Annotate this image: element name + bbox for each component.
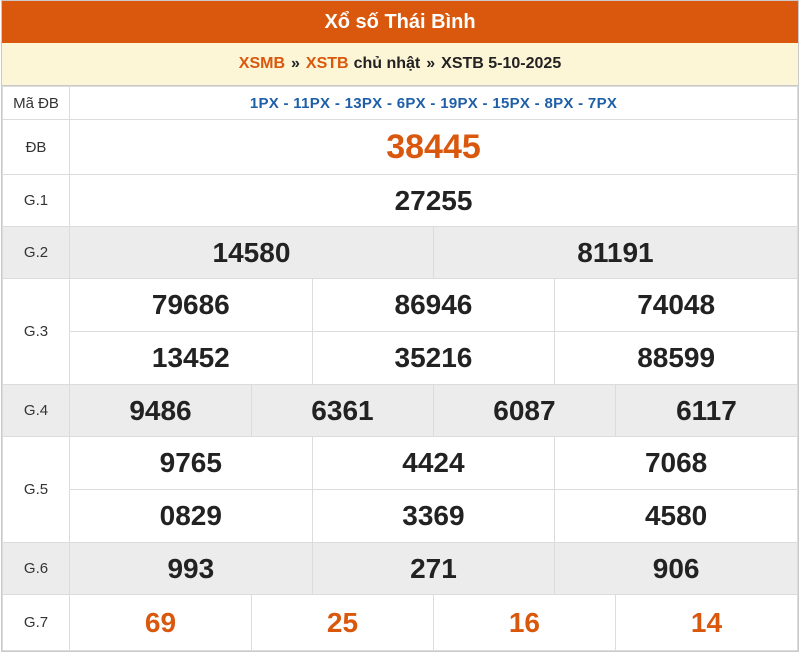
prize-number: 6087 xyxy=(432,384,616,437)
breadcrumb-link-xsmb[interactable]: XSMB xyxy=(239,55,285,73)
prize-number: 6117 xyxy=(614,384,799,437)
prize-label: G.4 xyxy=(2,384,70,437)
prize-number: 79686 xyxy=(69,278,313,332)
breadcrumb-link-xstb[interactable]: XSTB xyxy=(306,55,349,73)
prize-label: G.2 xyxy=(2,226,70,279)
prize-label: G.1 xyxy=(2,174,70,227)
prize-label: G.5 xyxy=(2,436,70,543)
results-panel: Xổ số Thái Bình XSMB » XSTB chủ nhật » X… xyxy=(1,0,799,652)
breadcrumb-link-day[interactable]: chủ nhật xyxy=(354,55,421,73)
prize-number: 86946 xyxy=(311,278,556,332)
breadcrumb: XSMB » XSTB chủ nhật » XSTB 5-10-2025 xyxy=(2,43,798,86)
prize-number: 9765 xyxy=(69,436,313,490)
prize-row-g7: G.7 69 25 16 14 xyxy=(2,594,799,651)
prize-number: 35216 xyxy=(311,331,556,385)
prize-row-g5: G.5 9765 4424 7068 xyxy=(2,436,798,543)
prize-number: 16 xyxy=(432,594,616,651)
prize-number: 993 xyxy=(69,542,313,595)
prize-number: 25 xyxy=(250,594,434,651)
special-codes: 1PX - 11PX - 13PX - 6PX - 19PX - 15PX - … xyxy=(69,86,798,120)
prize-label: G.3 xyxy=(2,278,70,385)
prize-number: 9486 xyxy=(69,384,252,437)
prize-number: 0829 xyxy=(69,489,313,543)
prize-row-db: ĐB 38445 xyxy=(2,119,798,175)
prize-number: 13452 xyxy=(69,331,313,385)
prize-number: 14 xyxy=(614,594,799,651)
prize-row-g4: G.4 9486 6361 6087 6117 xyxy=(2,384,799,437)
prize-number: 906 xyxy=(554,542,798,595)
prize-number: 4580 xyxy=(554,489,798,543)
breadcrumb-separator: » xyxy=(426,55,436,72)
prize-row-g2: G.2 14580 81191 xyxy=(2,226,799,279)
breadcrumb-separator: » xyxy=(291,55,300,72)
prize-number: 27255 xyxy=(69,174,798,227)
prize-row-g6: G.6 993 271 906 xyxy=(2,542,798,595)
special-code-row: Mã ĐB 1PX - 11PX - 13PX - 6PX - 19PX - 1… xyxy=(2,86,798,120)
prize-number: 7068 xyxy=(554,436,798,490)
prize-number: 271 xyxy=(311,542,556,595)
special-code-label: Mã ĐB xyxy=(2,86,70,120)
prize-number: 3369 xyxy=(311,489,556,543)
prize-label: G.6 xyxy=(2,542,70,595)
prize-number: 4424 xyxy=(311,436,556,490)
prize-number: 14580 xyxy=(69,226,434,279)
panel-title: Xổ số Thái Bình xyxy=(2,1,798,43)
prize-row-g1: G.1 27255 xyxy=(2,174,798,227)
prize-row-g5-b: 0829 3369 4580 xyxy=(3,489,798,543)
prize-number: 6361 xyxy=(250,384,434,437)
prize-label: ĐB xyxy=(2,119,70,175)
prize-label: G.7 xyxy=(2,594,70,651)
prize-number: 88599 xyxy=(554,331,798,385)
prize-row-g3-b: 13452 35216 88599 xyxy=(3,331,798,385)
prize-number: 81191 xyxy=(432,226,799,279)
prize-row-g3: G.3 79686 86946 74048 xyxy=(2,278,798,385)
special-prize-number: 38445 xyxy=(69,119,798,175)
prize-number: 69 xyxy=(69,594,252,651)
breadcrumb-current: XSTB 5-10-2025 xyxy=(441,55,562,72)
prize-number: 74048 xyxy=(554,278,798,332)
results-table: Mã ĐB 1PX - 11PX - 13PX - 6PX - 19PX - 1… xyxy=(2,86,799,651)
